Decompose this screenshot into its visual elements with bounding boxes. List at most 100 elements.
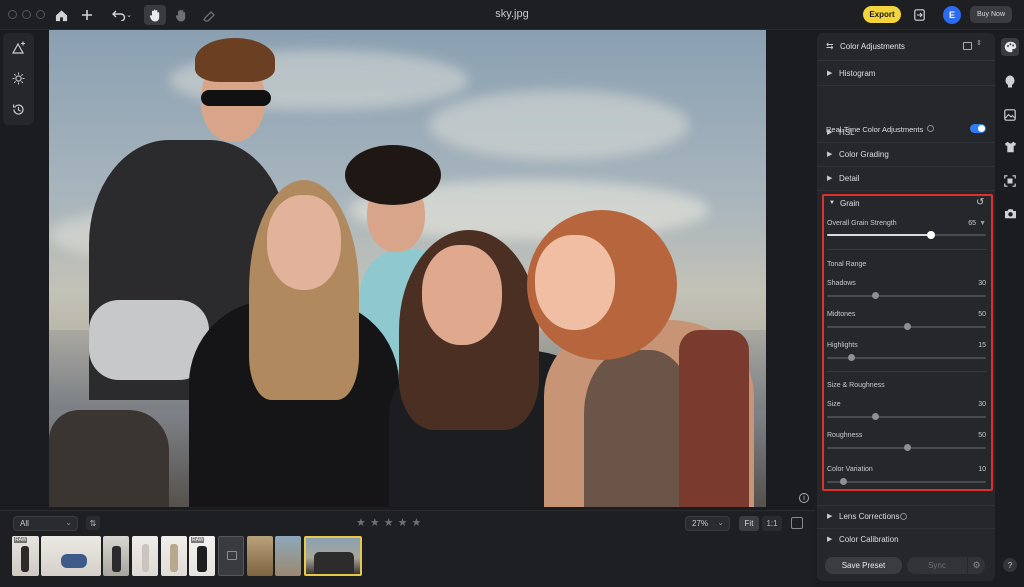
slider-track[interactable] bbox=[827, 478, 986, 485]
chevron-right-icon: ▶ bbox=[827, 513, 833, 520]
section-color-grading[interactable]: ▶ Color Grading bbox=[817, 143, 995, 167]
section-lens-corrections[interactable]: ▶ Lens Corrections bbox=[817, 505, 995, 527]
slider-track[interactable] bbox=[827, 444, 986, 451]
reset-icon[interactable]: ↺ bbox=[976, 197, 984, 208]
camera-icon[interactable] bbox=[1001, 204, 1019, 222]
slider-roughness[interactable]: Roughness 50 bbox=[824, 432, 991, 460]
slider-track[interactable] bbox=[827, 413, 986, 420]
home-icon[interactable] bbox=[52, 6, 70, 24]
one-to-one-button[interactable]: 1:1 bbox=[762, 516, 782, 531]
slider-color-variation[interactable]: Color Variation 10 bbox=[824, 466, 991, 494]
grain-header[interactable]: ▼ Grain ↺ bbox=[824, 196, 991, 212]
slider-value: 50 bbox=[978, 311, 986, 318]
crop-object-icon[interactable] bbox=[1001, 172, 1019, 190]
zoom-select[interactable]: 27% ⌄ bbox=[685, 516, 730, 531]
slider-track[interactable] bbox=[827, 354, 986, 361]
filter-select[interactable]: All ⌄ bbox=[13, 516, 78, 531]
image-info-icon[interactable]: i bbox=[799, 493, 809, 503]
window-controls bbox=[8, 10, 45, 19]
section-detail[interactable]: ▶ Detail bbox=[817, 167, 995, 191]
thumbnail[interactable] bbox=[132, 536, 158, 576]
thumbnail[interactable] bbox=[103, 536, 129, 576]
slider-label: Roughness bbox=[827, 432, 863, 439]
minimize-window-button[interactable] bbox=[22, 10, 31, 19]
buy-now-button[interactable]: Buy Now bbox=[970, 6, 1012, 23]
slider-value: 30 bbox=[978, 280, 986, 287]
hand-tool-icon[interactable] bbox=[144, 5, 166, 25]
rating-star[interactable]: ★ bbox=[384, 516, 394, 529]
slider-label: Size bbox=[827, 401, 841, 408]
slider-knob[interactable] bbox=[871, 292, 879, 299]
share-export-icon[interactable] bbox=[910, 6, 928, 24]
slider-knob[interactable] bbox=[927, 231, 936, 239]
thumbnail-placeholder[interactable] bbox=[218, 536, 244, 576]
thumbnail[interactable] bbox=[41, 536, 101, 576]
chevron-down-icon: ▼ bbox=[829, 200, 835, 206]
compare-view-icon[interactable] bbox=[963, 42, 972, 50]
slider-knob[interactable] bbox=[871, 413, 879, 420]
slider-size[interactable]: Size 30 bbox=[824, 401, 991, 429]
panel-title: Color Adjustments bbox=[840, 42, 905, 51]
close-window-button[interactable] bbox=[8, 10, 17, 19]
rating-star[interactable]: ★ bbox=[412, 516, 422, 529]
sun-light-icon[interactable] bbox=[11, 71, 26, 86]
slider-track[interactable] bbox=[827, 292, 986, 299]
slider-shadows[interactable]: Shadows 30 bbox=[824, 280, 991, 308]
shirt-icon[interactable] bbox=[1001, 138, 1019, 156]
slider-midtones[interactable]: Midtones 50 bbox=[824, 311, 991, 339]
slider-value: 30 bbox=[978, 401, 986, 408]
chevron-down-icon: ⌄ bbox=[65, 518, 72, 527]
thumbnail[interactable] bbox=[247, 536, 273, 576]
info-icon[interactable] bbox=[900, 513, 907, 520]
undo-history-chevron-icon[interactable]: ⌄ bbox=[124, 6, 134, 24]
top-bar: ⌄ sky.jpg Export E Buy Now bbox=[0, 0, 1024, 30]
rating-star[interactable]: ★ bbox=[398, 516, 408, 529]
rating-star[interactable]: ★ bbox=[370, 516, 380, 529]
slider-knob[interactable] bbox=[903, 323, 911, 330]
slider-knob[interactable] bbox=[847, 354, 855, 361]
section-histogram[interactable]: ▶ Histogram bbox=[817, 62, 995, 86]
rating-star[interactable]: ★ bbox=[356, 516, 366, 529]
zoom-select-value: 27% bbox=[692, 519, 709, 528]
user-avatar[interactable]: E bbox=[943, 6, 961, 24]
eraser-icon[interactable] bbox=[200, 6, 218, 24]
chevron-down-icon[interactable]: ▼ bbox=[979, 220, 986, 227]
panel-toggle-icon[interactable] bbox=[791, 517, 803, 529]
slider-overall-grain-strength[interactable]: Overall Grain Strength 65 ▼ bbox=[824, 220, 991, 248]
landscape-icon[interactable] bbox=[1001, 106, 1019, 124]
photo-canvas[interactable] bbox=[49, 30, 766, 507]
slider-track[interactable] bbox=[827, 323, 986, 330]
slider-knob[interactable] bbox=[839, 478, 847, 485]
thumbnail[interactable]: RAW bbox=[189, 536, 215, 576]
sort-icon[interactable]: ⇅ bbox=[86, 516, 100, 530]
palette-icon[interactable] bbox=[1001, 38, 1019, 56]
divider bbox=[827, 249, 987, 250]
mask-brush-icon[interactable] bbox=[172, 6, 190, 24]
rating-stars[interactable]: ★ ★ ★ ★ ★ bbox=[356, 516, 421, 529]
history-icon[interactable] bbox=[11, 102, 26, 117]
add-icon[interactable] bbox=[78, 6, 96, 24]
thumbnail-selected[interactable] bbox=[304, 536, 362, 576]
filter-select-value: All bbox=[20, 519, 29, 528]
fit-button[interactable]: Fit bbox=[739, 516, 759, 531]
slider-value: 50 bbox=[978, 432, 986, 439]
save-preset-button[interactable]: Save Preset bbox=[825, 557, 902, 574]
sync-button[interactable]: Sync bbox=[907, 557, 967, 574]
expand-collapse-icon[interactable]: ⇕ bbox=[976, 39, 982, 47]
section-hsl[interactable]: ▶ HSL bbox=[817, 119, 995, 143]
thumbnail[interactable] bbox=[161, 536, 187, 576]
slider-highlights[interactable]: Highlights 15 bbox=[824, 342, 991, 370]
ai-enhance-icon[interactable] bbox=[11, 40, 26, 55]
gear-icon[interactable]: ⚙ bbox=[968, 557, 985, 574]
zoom-window-button[interactable] bbox=[36, 10, 45, 19]
help-icon[interactable]: ? bbox=[1003, 558, 1017, 572]
face-portrait-icon[interactable] bbox=[1001, 72, 1019, 90]
export-button[interactable]: Export bbox=[863, 6, 901, 23]
slider-track[interactable] bbox=[827, 231, 986, 239]
thumbnail[interactable] bbox=[275, 536, 301, 576]
section-label: Lens Corrections bbox=[839, 512, 900, 521]
section-label: HSL bbox=[839, 128, 855, 137]
slider-knob[interactable] bbox=[903, 444, 911, 451]
section-color-calibration[interactable]: ▶ Color Calibration bbox=[817, 528, 995, 550]
thumbnail[interactable]: RAW bbox=[12, 536, 39, 576]
